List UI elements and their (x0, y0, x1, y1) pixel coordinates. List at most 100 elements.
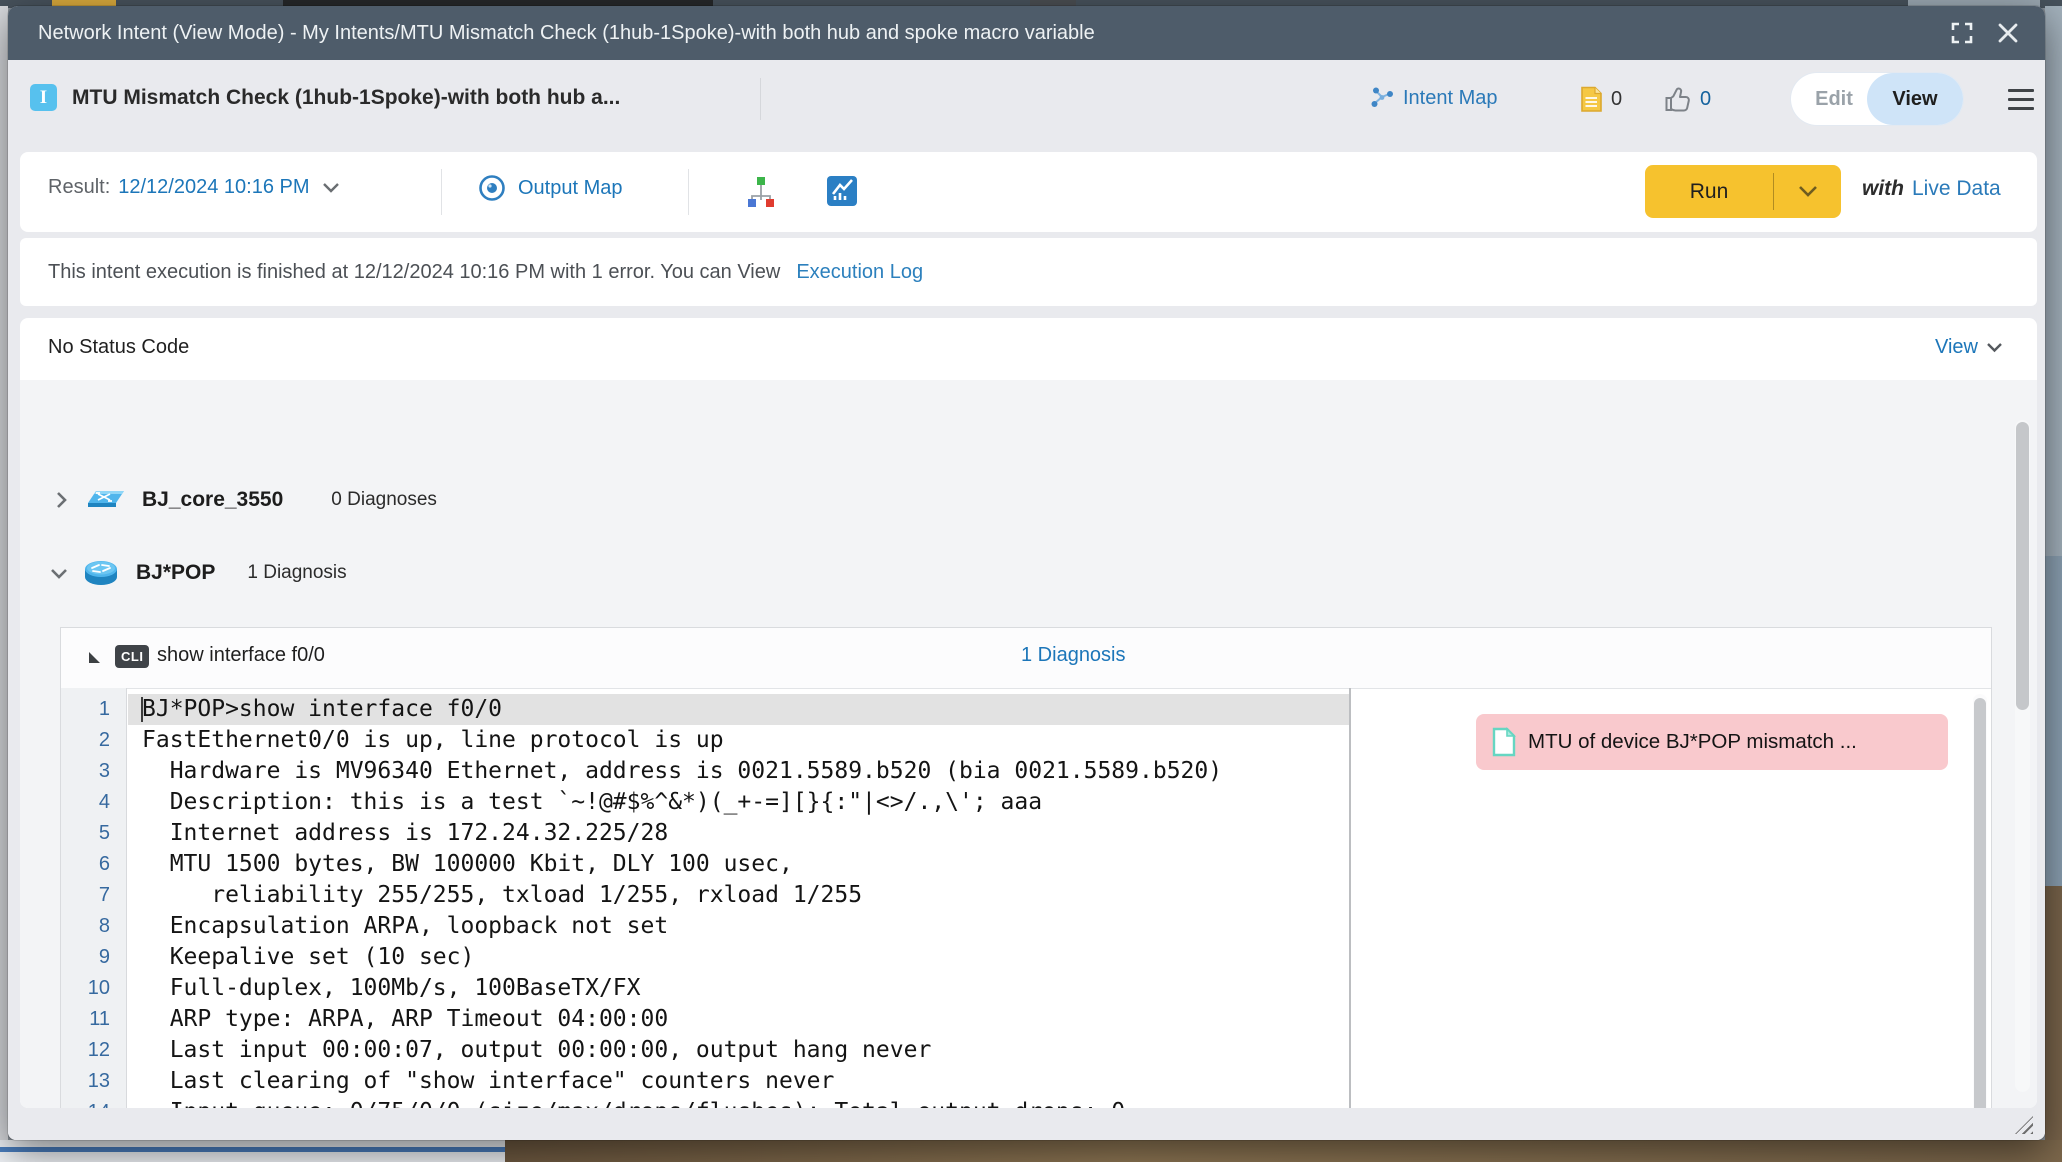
results-body: BJ_core_3550 0 Diagnoses BJ*POP 1 (20, 380, 2037, 1108)
code-line[interactable]: Last input 00:00:07, output 00:00:00, ou… (128, 1035, 1349, 1066)
code-line[interactable]: Full-duplex, 100Mb/s, 100BaseTX/FX (128, 973, 1349, 1004)
code-line[interactable]: MTU 1500 bytes, BW 100000 Kbit, DLY 100 … (128, 849, 1349, 880)
results-card: No Status Code View (20, 318, 2037, 1108)
run-options-button[interactable] (1774, 165, 1841, 218)
network-intent-dialog: Network Intent (View Mode) - My Intents/… (8, 6, 2045, 1140)
switch-device-icon (86, 488, 126, 512)
resize-handle[interactable] (2015, 1116, 2033, 1134)
cli-badge: CLI (115, 645, 149, 668)
note-count-badge[interactable]: 0 (1580, 86, 1622, 113)
code-line[interactable]: Internet address is 172.24.32.225/28 (128, 818, 1349, 849)
background-window-left-sliver (0, 6, 8, 1162)
chevron-down-icon (322, 182, 340, 194)
line-number: 5 (61, 818, 126, 849)
line-number: 9 (61, 942, 126, 973)
device-name: BJ_core_3550 (142, 488, 283, 512)
edit-tab[interactable]: Edit (1791, 73, 1877, 125)
close-icon (1997, 22, 2019, 44)
chevron-down-icon[interactable] (46, 567, 72, 580)
device-diagnosis-count: 1 Diagnosis (247, 562, 346, 584)
line-number: 8 (61, 911, 126, 942)
line-number: 7 (61, 880, 126, 911)
results-scrollbar-thumb[interactable] (2016, 422, 2029, 710)
view-dropdown[interactable]: View (1935, 336, 2003, 359)
code-line[interactable]: FastEthernet0/0 is up, line protocol is … (128, 725, 1349, 756)
document-icon (1580, 86, 1603, 113)
run-button[interactable]: Run (1645, 165, 1773, 218)
dialog-titlebar[interactable]: Network Intent (View Mode) - My Intents/… (8, 6, 2045, 60)
line-number: 13 (61, 1066, 126, 1097)
code-line[interactable]: Last clearing of "show interface" counte… (128, 1066, 1349, 1097)
code-line[interactable]: Hardware is MV96340 Ethernet, address is… (128, 756, 1349, 787)
execution-log-link[interactable]: Execution Log (796, 261, 923, 284)
collapse-triangle-icon[interactable] (89, 652, 100, 663)
desktop-wallpaper-strip (505, 1140, 2062, 1162)
close-button[interactable] (1995, 20, 2021, 46)
status-code-header-row: No Status Code View (20, 318, 2037, 380)
chevron-down-icon (1798, 185, 1818, 198)
cli-result-panel: CLI show interface f0/0 1 Diagnosis 1234… (60, 627, 1992, 1108)
chevron-down-icon (1986, 342, 2003, 353)
line-number: 6 (61, 849, 126, 880)
code-line[interactable]: Encapsulation ARPA, loopback not set (128, 911, 1349, 942)
result-timestamp: 12/12/2024 10:16 PM (118, 176, 309, 199)
note-count: 0 (1611, 88, 1622, 111)
desktop-right-sliver (2045, 886, 2062, 1162)
device-row-bj-core-3550[interactable]: BJ_core_3550 0 Diagnoses (48, 474, 437, 526)
diagnosis-badge-text: MTU of device BJ*POP mismatch ... (1528, 730, 1857, 754)
desktop-right-sliver (2045, 556, 2062, 886)
edit-view-toggle: Edit View (1791, 73, 1963, 125)
like-count-badge[interactable]: 0 (1664, 86, 1711, 113)
line-number: 2 (61, 725, 126, 756)
output-map-button[interactable]: Output Map (478, 174, 623, 202)
result-chart-button[interactable] (826, 174, 858, 213)
line-number: 3 (61, 756, 126, 787)
view-tab[interactable]: View (1867, 73, 1963, 125)
result-selector[interactable]: Result: 12/12/2024 10:16 PM (48, 176, 340, 199)
line-number: 14 (61, 1097, 126, 1108)
fullscreen-icon (1950, 21, 1974, 45)
result-toolbar: Result: 12/12/2024 10:16 PM Output Map (20, 152, 2037, 232)
device-row-bj-pop[interactable]: BJ*POP 1 Diagnosis (46, 547, 347, 599)
menu-button[interactable] (2008, 89, 2034, 111)
header-divider (760, 78, 761, 120)
output-map-label: Output Map (518, 177, 623, 200)
chart-icon (826, 174, 858, 208)
view-dropdown-label: View (1935, 336, 1978, 359)
line-gutter: 123456789101112131415 (61, 688, 127, 1108)
intent-map-icon (1370, 86, 1395, 110)
line-number: 11 (61, 1004, 126, 1035)
cli-header-row[interactable]: CLI show interface f0/0 1 Diagnosis (61, 628, 1991, 689)
eye-icon (478, 174, 506, 202)
toolbar-divider (688, 169, 689, 215)
intent-header: I MTU Mismatch Check (1hub-1Spoke)-with … (8, 60, 2045, 138)
with-label: with (1862, 177, 1904, 201)
screen: Network Intent (View Mode) - My Intents/… (0, 0, 2062, 1162)
code-line[interactable]: ARP type: ARPA, ARP Timeout 04:00:00 (128, 1004, 1349, 1035)
thumbs-up-icon (1664, 86, 1692, 113)
code-line[interactable]: Keepalive set (10 sec) (128, 942, 1349, 973)
result-label: Result: (48, 176, 110, 199)
code-lines: BJ*POP>show interface f0/0FastEthernet0/… (128, 688, 1349, 1108)
diagnosis-scrollbar-thumb[interactable] (1974, 698, 1986, 1108)
line-number: 12 (61, 1035, 126, 1066)
code-line[interactable]: Input queue: 0/75/0/0 (size/max/drops/fl… (128, 1097, 1349, 1108)
fullscreen-button[interactable] (1949, 20, 1975, 46)
intent-title: MTU Mismatch Check (1hub-1Spoke)-with bo… (72, 86, 620, 110)
like-count: 0 (1700, 88, 1711, 111)
code-line[interactable]: BJ*POP>show interface f0/0 (128, 694, 1349, 725)
execution-status-message: This intent execution is finished at 12/… (48, 261, 780, 284)
device-diagnosis-count: 0 Diagnoses (331, 489, 437, 511)
dialog-title: Network Intent (View Mode) - My Intents/… (38, 22, 1095, 45)
code-line[interactable]: Description: this is a test `~!@#$%^&*)(… (128, 787, 1349, 818)
intent-map-link[interactable]: Intent Map (1370, 86, 1498, 110)
diagnosis-badge[interactable]: MTU of device BJ*POP mismatch ... (1476, 714, 1948, 770)
diagnosis-count-link[interactable]: 1 Diagnosis (1021, 644, 1126, 667)
cli-command: show interface f0/0 (157, 644, 325, 667)
chevron-right-icon[interactable] (48, 490, 74, 510)
live-data-link[interactable]: Live Data (1912, 177, 2001, 201)
result-flowchart-button[interactable] (746, 176, 776, 213)
diagnosis-note-icon (1492, 727, 1516, 757)
run-button-group: Run (1645, 165, 1841, 218)
code-line[interactable]: reliability 255/255, txload 1/255, rxloa… (128, 880, 1349, 911)
